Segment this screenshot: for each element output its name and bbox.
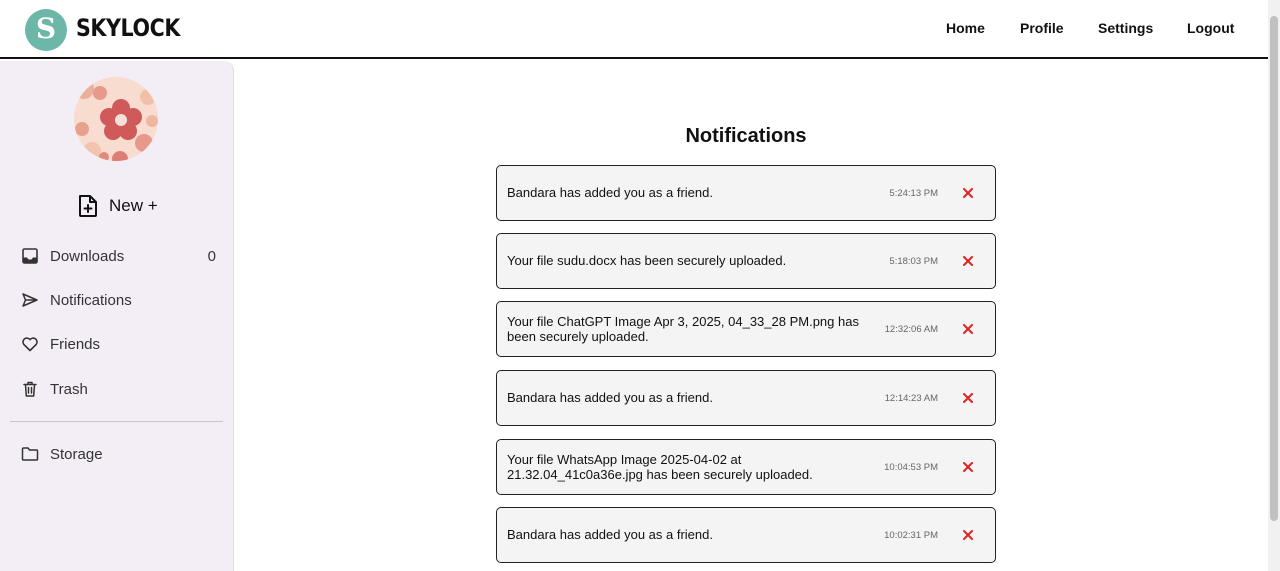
logo-icon[interactable]: S (25, 9, 67, 51)
notification-card: Your file WhatsApp Image 2025-04-02 at 2… (496, 439, 996, 495)
dismiss-notification-button[interactable] (963, 508, 973, 562)
notification-message: Bandara has added you as a friend. (507, 527, 713, 543)
notification-time: 12:32:06 AM (884, 323, 938, 335)
top-navbar: S SKYLOCK Home Profile Settings Logout (0, 0, 1268, 59)
close-icon (963, 324, 973, 334)
notification-card: Your file ChatGPT Image Apr 3, 2025, 04_… (496, 301, 996, 357)
sidebar-item-friends[interactable]: Friends (21, 335, 216, 353)
close-icon (963, 393, 973, 403)
sidebar-divider (10, 421, 223, 422)
sidebar-item-label: Storage (50, 445, 103, 463)
sidebar-item-trash[interactable]: Trash (21, 380, 216, 398)
notification-card: Bandara has added you as a friend. 12:14… (496, 370, 996, 426)
file-plus-icon (79, 195, 97, 217)
nav-home-link[interactable]: Home (946, 20, 985, 36)
flower-avatar-image (74, 77, 158, 161)
notification-time: 5:18:03 PM (889, 255, 938, 267)
notification-card: Your file sudu.docx has been securely up… (496, 233, 996, 289)
notification-card: Bandara has added you as a friend. 5:24:… (496, 165, 996, 221)
new-file-label: New + (109, 196, 158, 215)
close-icon (963, 188, 973, 198)
avatar[interactable] (74, 77, 158, 161)
downloads-count: 0 (207, 247, 216, 265)
inbox-icon (22, 248, 38, 264)
notification-time: 10:02:31 PM (884, 529, 938, 541)
sidebar-item-storage[interactable]: Storage (21, 445, 216, 463)
close-icon (963, 530, 973, 540)
nav-profile-link[interactable]: Profile (1020, 20, 1064, 36)
folder-icon (21, 447, 39, 461)
notification-card: Bandara has added you as a friend. 10:02… (496, 507, 996, 563)
trash-icon (23, 381, 37, 397)
sidebar-item-label: Downloads (50, 247, 125, 265)
sidebar-item-downloads[interactable]: Downloads 0 (21, 247, 216, 265)
notification-time: 10:04:53 PM (884, 461, 938, 473)
notification-time: 12:14:23 AM (884, 392, 938, 404)
dismiss-notification-button[interactable] (963, 302, 973, 356)
notification-message: Bandara has added you as a friend. (507, 390, 713, 406)
send-icon (22, 293, 38, 307)
logo-letter: S (35, 12, 57, 45)
page-scrollbar[interactable] (1268, 0, 1280, 571)
sidebar: New + Downloads 0 Notifications Friends … (0, 61, 234, 571)
notification-time: 5:24:13 PM (889, 187, 938, 199)
sidebar-item-label: Notifications (50, 291, 132, 309)
notification-message: Your file WhatsApp Image 2025-04-02 at 2… (507, 451, 813, 483)
close-icon (963, 256, 973, 266)
sidebar-item-label: Trash (50, 380, 88, 398)
dismiss-notification-button[interactable] (963, 440, 973, 494)
nav-settings-link[interactable]: Settings (1098, 20, 1153, 36)
dismiss-notification-button[interactable] (963, 234, 973, 288)
dismiss-notification-button[interactable] (963, 166, 973, 220)
new-file-button[interactable]: New + (77, 194, 158, 218)
nav-logout-link[interactable]: Logout (1187, 20, 1234, 36)
sidebar-item-label: Friends (50, 335, 101, 353)
sidebar-item-notifications[interactable]: Notifications (21, 291, 216, 309)
notification-message: Your file ChatGPT Image Apr 3, 2025, 04_… (507, 313, 859, 345)
dismiss-notification-button[interactable] (963, 371, 973, 425)
scrollbar-thumb[interactable] (1270, 16, 1278, 521)
page-title: Notifications (685, 125, 807, 147)
brand-name[interactable]: SKYLOCK (76, 14, 180, 42)
close-icon (963, 462, 973, 472)
notification-message: Bandara has added you as a friend. (507, 185, 713, 201)
notification-message: Your file sudu.docx has been securely up… (507, 253, 787, 269)
heart-icon (22, 337, 38, 352)
